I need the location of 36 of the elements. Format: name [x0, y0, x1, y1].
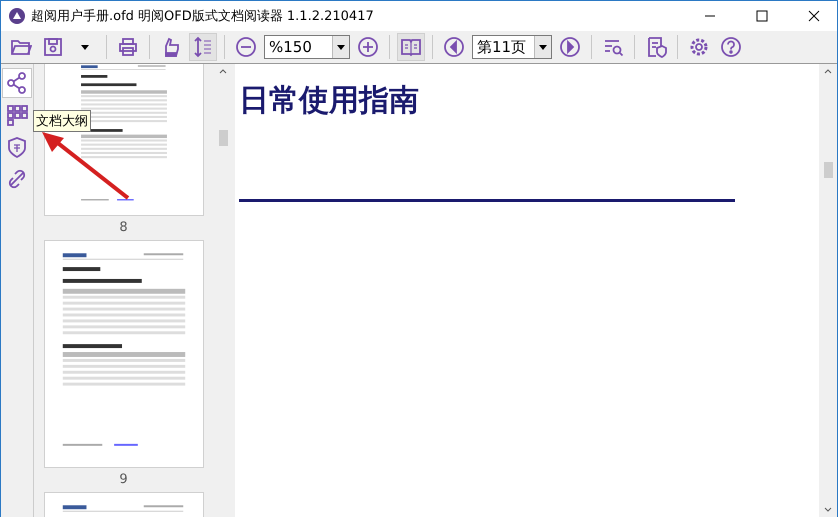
shield-icon	[6, 136, 28, 158]
save-icon	[42, 36, 64, 58]
printer-icon	[117, 36, 139, 58]
document-heading: 日常使用指南	[239, 82, 420, 120]
page-number: 9	[119, 474, 128, 486]
share-icon	[6, 72, 28, 94]
scroll-down-icon[interactable]	[824, 507, 832, 513]
caret-icon	[81, 44, 89, 50]
scroll-up-icon[interactable]	[824, 68, 832, 74]
minus-circle-icon	[235, 36, 257, 58]
caret-icon	[337, 44, 345, 50]
caret-icon	[539, 44, 547, 50]
settings-icon	[688, 36, 710, 58]
document-shield-icon	[645, 36, 667, 58]
grid-icon	[6, 104, 28, 126]
scroll-thumb[interactable]	[824, 162, 832, 178]
vertical-arrows-icon	[192, 36, 214, 58]
help-icon	[720, 36, 742, 58]
book-view-button[interactable]	[397, 33, 425, 61]
app-logo-icon	[9, 8, 25, 24]
page-dropdown[interactable]: 第11页	[472, 35, 552, 59]
page-thumbnail[interactable]	[44, 240, 204, 468]
share-tab[interactable]	[2, 68, 32, 98]
close-icon	[808, 10, 820, 22]
maximize-icon	[756, 10, 768, 22]
page-number: 8	[119, 222, 128, 234]
zoom-dropdown[interactable]: %150	[264, 35, 350, 59]
scroll-thumb[interactable]	[218, 130, 228, 146]
left-arrow-circle-icon	[443, 36, 465, 58]
tooltip: 文档大纲	[33, 110, 91, 132]
scroll-up-icon[interactable]	[219, 68, 227, 74]
right-arrow-circle-icon	[559, 36, 581, 58]
book-icon	[400, 36, 422, 58]
continuous-scroll-button[interactable]	[189, 33, 217, 61]
window-title: 超阅用户手册.ofd 明阅OFD版式文档阅读器 1.1.2.210417	[31, 8, 375, 25]
plus-circle-icon	[357, 36, 379, 58]
